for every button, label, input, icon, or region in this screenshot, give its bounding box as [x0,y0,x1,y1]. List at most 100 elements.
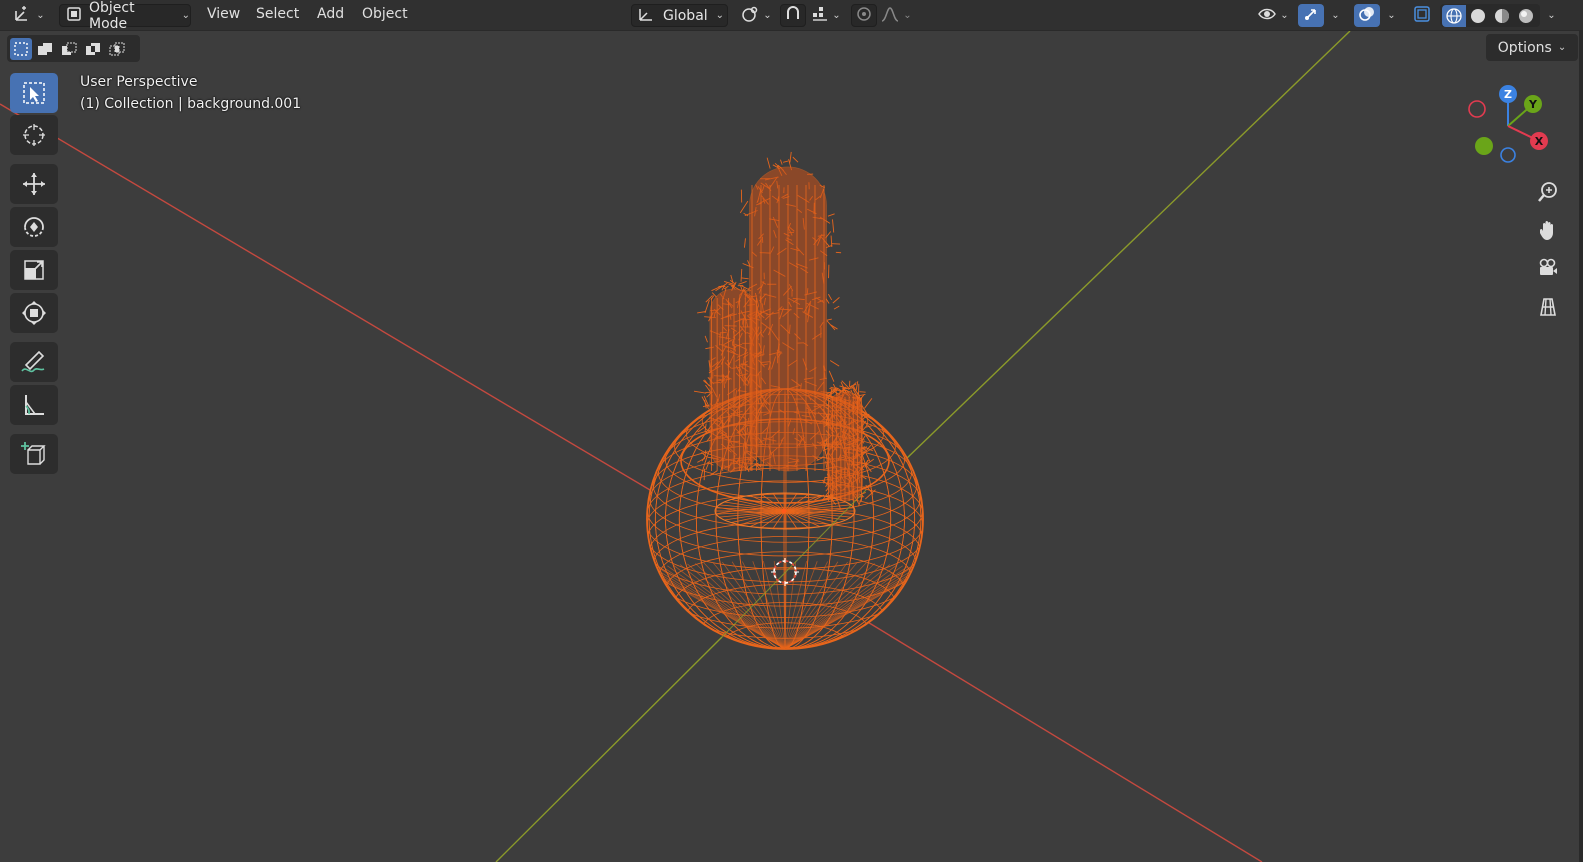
gizmo-x-label: X [1535,135,1544,148]
orthographic-grid-icon[interactable] [1531,289,1565,323]
axis-editor-icon [13,5,33,27]
camera-icon[interactable] [1531,251,1565,285]
cactus-spine [833,305,840,310]
gizmo-icon [1302,5,1320,27]
select-subtract-icon[interactable] [58,38,80,60]
chevron-down-icon: ⌄ [1387,10,1396,21]
mode-label: Object Mode [89,0,135,32]
options-dropdown[interactable]: Options ⌄ [1486,34,1578,61]
gizmo-toggle[interactable] [1298,4,1324,27]
rotate-icon[interactable] [10,207,58,247]
chevron-down-icon: ⌄ [1557,42,1567,53]
cactus-spine [780,159,783,165]
cactus-spine [828,370,835,382]
overlay-icon [1358,5,1376,27]
chevron-down-icon: ⌄ [181,10,190,21]
blender-window: ⌄ Object Mode ⌄ View Select Add Object G… [0,0,1583,862]
menu-object[interactable]: Object [362,6,408,22]
chevron-down-icon: ⌄ [36,10,45,21]
select-extend-icon[interactable] [34,38,56,60]
x-axis-line [0,103,651,491]
shading-group [1440,4,1540,27]
cactus-spine [792,156,799,163]
wireframe-shading-icon[interactable] [1442,4,1466,27]
cactus-spine [789,151,792,163]
cactus-spine [829,360,840,367]
navigation-gizmo[interactable]: Z Y X [1468,85,1548,163]
cactus-spine [864,398,873,409]
xray-icon [1413,5,1431,27]
gizmo-dropdown[interactable]: ⌄ [1325,4,1343,27]
shading-dropdown[interactable]: ⌄ [1541,4,1559,27]
menu-view[interactable]: View [207,6,240,22]
viewport-header: ⌄ Object Mode ⌄ View Select Add Object G… [0,0,1583,32]
cactus-spine [740,268,743,282]
annotate-icon[interactable] [10,342,58,382]
transform-orientation-dropdown[interactable]: Global ⌄ [631,4,728,27]
gizmo-neg-x[interactable] [1468,100,1486,118]
zoom-icon[interactable] [1531,175,1565,209]
pivot-icon [740,5,760,27]
cactus-wireframe[interactable] [693,151,876,510]
select-mode-group [7,35,140,62]
visibility-icon [1257,5,1277,27]
mode-dropdown[interactable]: Object Mode ⌄ [59,0,191,32]
proportional-edit-toggle[interactable] [851,4,877,27]
cactus-spine [741,277,749,280]
x-axis-line [865,620,1263,862]
add-cube-icon[interactable] [10,434,58,474]
chevron-down-icon: ⌄ [715,10,725,21]
proportional-edit-icon [855,5,873,27]
snap-icon [784,5,802,27]
chevron-down-icon: ⌄ [763,10,772,21]
snap-increment-icon [811,5,829,27]
overlay-toggle[interactable] [1354,4,1380,27]
scene-canvas[interactable]: Z Y X [0,31,1579,862]
gizmo-z-label: Z [1504,88,1512,101]
pivot-point-dropdown[interactable]: ⌄ [736,4,776,27]
visibility-dropdown[interactable]: ⌄ [1253,4,1293,27]
overlay-dropdown[interactable]: ⌄ [1381,4,1399,27]
falloff-dropdown[interactable]: ⌄ [878,4,914,27]
snap-target-dropdown[interactable]: ⌄ [807,4,845,27]
solid-shading-icon[interactable] [1466,5,1490,27]
menu-add[interactable]: Add [317,6,344,22]
cactus-spine [826,318,832,321]
scale-icon[interactable] [10,250,58,290]
menu-select[interactable]: Select [256,6,299,22]
orientation-label: Global [663,7,708,24]
pan-hand-icon[interactable] [1531,213,1565,247]
select-difference-icon[interactable] [82,38,104,60]
cactus-spine [766,157,771,169]
collection-label: (1) Collection | background.001 [80,96,302,112]
cactus-spine [827,213,835,217]
cactus-spine [832,219,835,233]
snap-toggle[interactable] [780,4,806,27]
cactus-spine [738,280,747,285]
chevron-down-icon: ⌄ [1280,10,1289,21]
cactus-spine [704,335,708,343]
cactus-spine [744,238,746,248]
rendered-shading-icon[interactable] [1514,5,1538,27]
measure-icon[interactable] [10,385,58,425]
perspective-label: User Perspective [80,74,198,90]
move-icon[interactable] [10,164,58,204]
xray-toggle[interactable] [1409,4,1435,27]
select-intersect-icon[interactable] [106,38,128,60]
transform-icon[interactable] [10,293,58,333]
viewport-edge [1579,31,1583,862]
options-label: Options [1497,39,1552,56]
gizmo-neg-y[interactable] [1475,137,1493,155]
3d-viewport[interactable]: Z Y X Options ⌄ User Perspective (1) Col… [0,31,1583,862]
object-mode-icon [66,6,82,26]
orientation-axes-icon [637,6,655,26]
select-new-icon[interactable] [10,37,32,60]
cursor-icon[interactable] [10,115,58,155]
cactus-spine [827,293,833,301]
gizmo-neg-z[interactable] [1500,147,1516,163]
editor-type-button[interactable]: ⌄ [10,4,48,27]
cactus-spine [728,283,734,287]
cactus-spine [693,390,707,394]
select-box-icon[interactable] [10,73,58,113]
material-shading-icon[interactable] [1490,5,1514,27]
